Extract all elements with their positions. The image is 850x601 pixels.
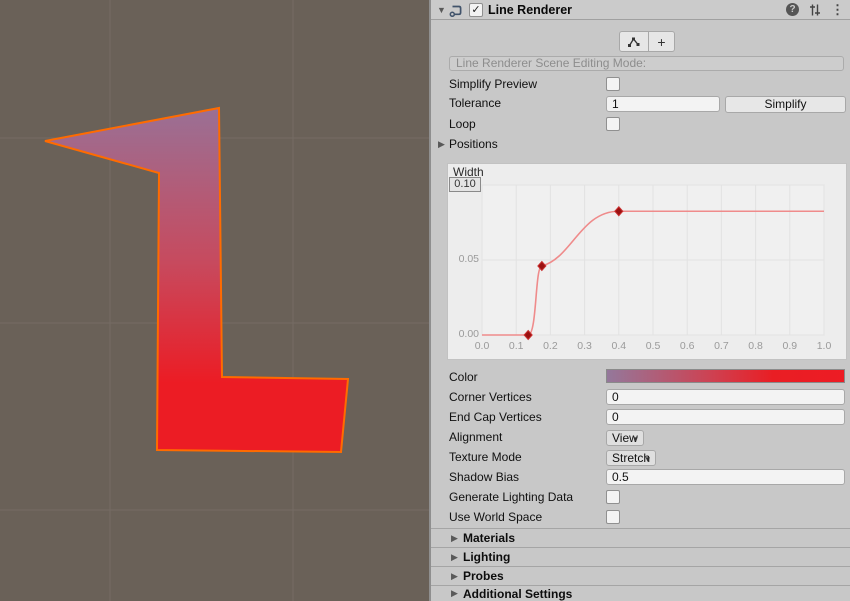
world-space-row: Use World Space [431,509,850,527]
section-label: Probes [463,569,504,583]
kebab-menu-icon[interactable]: ⋮ [831,3,844,16]
section-additional-settings[interactable]: ▶ Additional Settings [431,585,850,601]
loop-label: Loop [449,117,476,131]
component-enabled-checkbox[interactable]: ✓ [469,3,483,17]
simplify-button[interactable]: Simplify [725,96,846,113]
section-label: Materials [463,531,515,545]
section-materials[interactable]: ▶ Materials [431,528,850,547]
x-tick-label: 0.2 [537,340,563,352]
shadow-bias-label: Shadow Bias [449,470,519,484]
simplify-preview-row: Simplify Preview [431,76,850,94]
x-tick-label: 0.0 [469,340,495,352]
scene-view[interactable] [0,0,429,601]
texture-mode-label: Texture Mode [449,450,522,464]
simplify-preview-label: Simplify Preview [449,77,537,91]
edit-points-icon [626,34,642,50]
line-renderer-icon [448,2,465,18]
foldout-closed-icon[interactable]: ▶ [435,139,448,150]
presets-icon[interactable] [808,3,822,17]
section-lighting[interactable]: ▶ Lighting [431,547,850,566]
x-tick-label: 0.9 [777,340,803,352]
color-label: Color [449,370,478,384]
positions-label: Positions [449,137,498,151]
x-tick-label: 0.5 [640,340,666,352]
generate-lighting-checkbox[interactable] [606,490,620,504]
foldout-open-icon[interactable]: ▼ [435,5,448,15]
generate-lighting-label: Generate Lighting Data [449,490,573,504]
tolerance-row: Tolerance 1 Simplify [431,95,850,113]
texture-mode-dropdown[interactable]: Stretch ▾ [606,450,656,466]
unity-editor-window: ▼ ✓ Line Renderer ? ⋮ [0,0,850,601]
end-cap-vertices-label: End Cap Vertices [449,410,542,424]
color-gradient-swatch[interactable] [606,369,845,383]
x-tick-label: 1.0 [811,340,837,352]
x-tick-label: 0.4 [606,340,632,352]
add-point-button[interactable]: + [649,31,675,52]
corner-vertices-row: Corner Vertices 0 [431,389,850,407]
help-icon[interactable]: ? [786,3,799,16]
alignment-dropdown[interactable]: View ▾ [606,430,644,446]
component-header[interactable]: ▼ ✓ Line Renderer ? ⋮ [431,0,850,20]
chevron-down-icon: ▾ [645,452,650,466]
end-cap-vertices-row: End Cap Vertices 0 [431,409,850,427]
line-renderer-shape[interactable] [0,0,429,601]
x-tick-label: 0.6 [674,340,700,352]
loop-checkbox[interactable] [606,117,620,131]
x-tick-label: 0.3 [572,340,598,352]
alignment-label: Alignment [449,430,502,444]
end-cap-vertices-input[interactable]: 0 [606,409,845,425]
shadow-bias-input[interactable]: 0.5 [606,469,845,485]
x-tick-label: 0.1 [503,340,529,352]
edit-points-button[interactable] [619,31,649,52]
inspector-panel: ▼ ✓ Line Renderer ? ⋮ [429,0,850,601]
foldout-closed-icon: ▶ [448,552,461,563]
tolerance-label: Tolerance [449,96,501,110]
section-label: Additional Settings [463,587,572,601]
x-tick-label: 0.7 [708,340,734,352]
section-label: Lighting [463,550,510,564]
component-title: Line Renderer [488,3,572,17]
world-space-checkbox[interactable] [606,510,620,524]
tolerance-input[interactable]: 1 [606,96,720,112]
simplify-preview-checkbox[interactable] [606,77,620,91]
chevron-down-icon: ▾ [633,432,638,446]
corner-vertices-input[interactable]: 0 [606,389,845,405]
loop-row: Loop [431,116,850,134]
shadow-bias-row: Shadow Bias 0.5 [431,469,850,487]
section-probes[interactable]: ▶ Probes [431,566,850,585]
foldout-closed-icon: ▶ [448,571,461,582]
generate-lighting-row: Generate Lighting Data [431,489,850,507]
width-curve-panel[interactable]: Width 0.10 0.05 0.00 0.00.10.20.30.40.50… [447,163,847,360]
positions-foldout[interactable]: ▶ Positions [431,136,850,154]
x-tick-label: 0.8 [743,340,769,352]
texture-mode-row: Texture Mode Stretch ▾ [431,449,850,467]
foldout-closed-icon: ▶ [448,588,461,599]
alignment-row: Alignment View ▾ [431,429,850,447]
world-space-label: Use World Space [449,510,542,524]
width-curve-plot[interactable] [448,164,846,359]
color-row: Color [431,369,850,387]
foldout-closed-icon: ▶ [448,533,461,544]
scene-edit-toolbar: + [619,31,675,52]
corner-vertices-label: Corner Vertices [449,390,532,404]
scene-editing-mode-field[interactable]: Line Renderer Scene Editing Mode: [449,56,844,71]
texture-mode-value: Stretch [612,451,650,465]
